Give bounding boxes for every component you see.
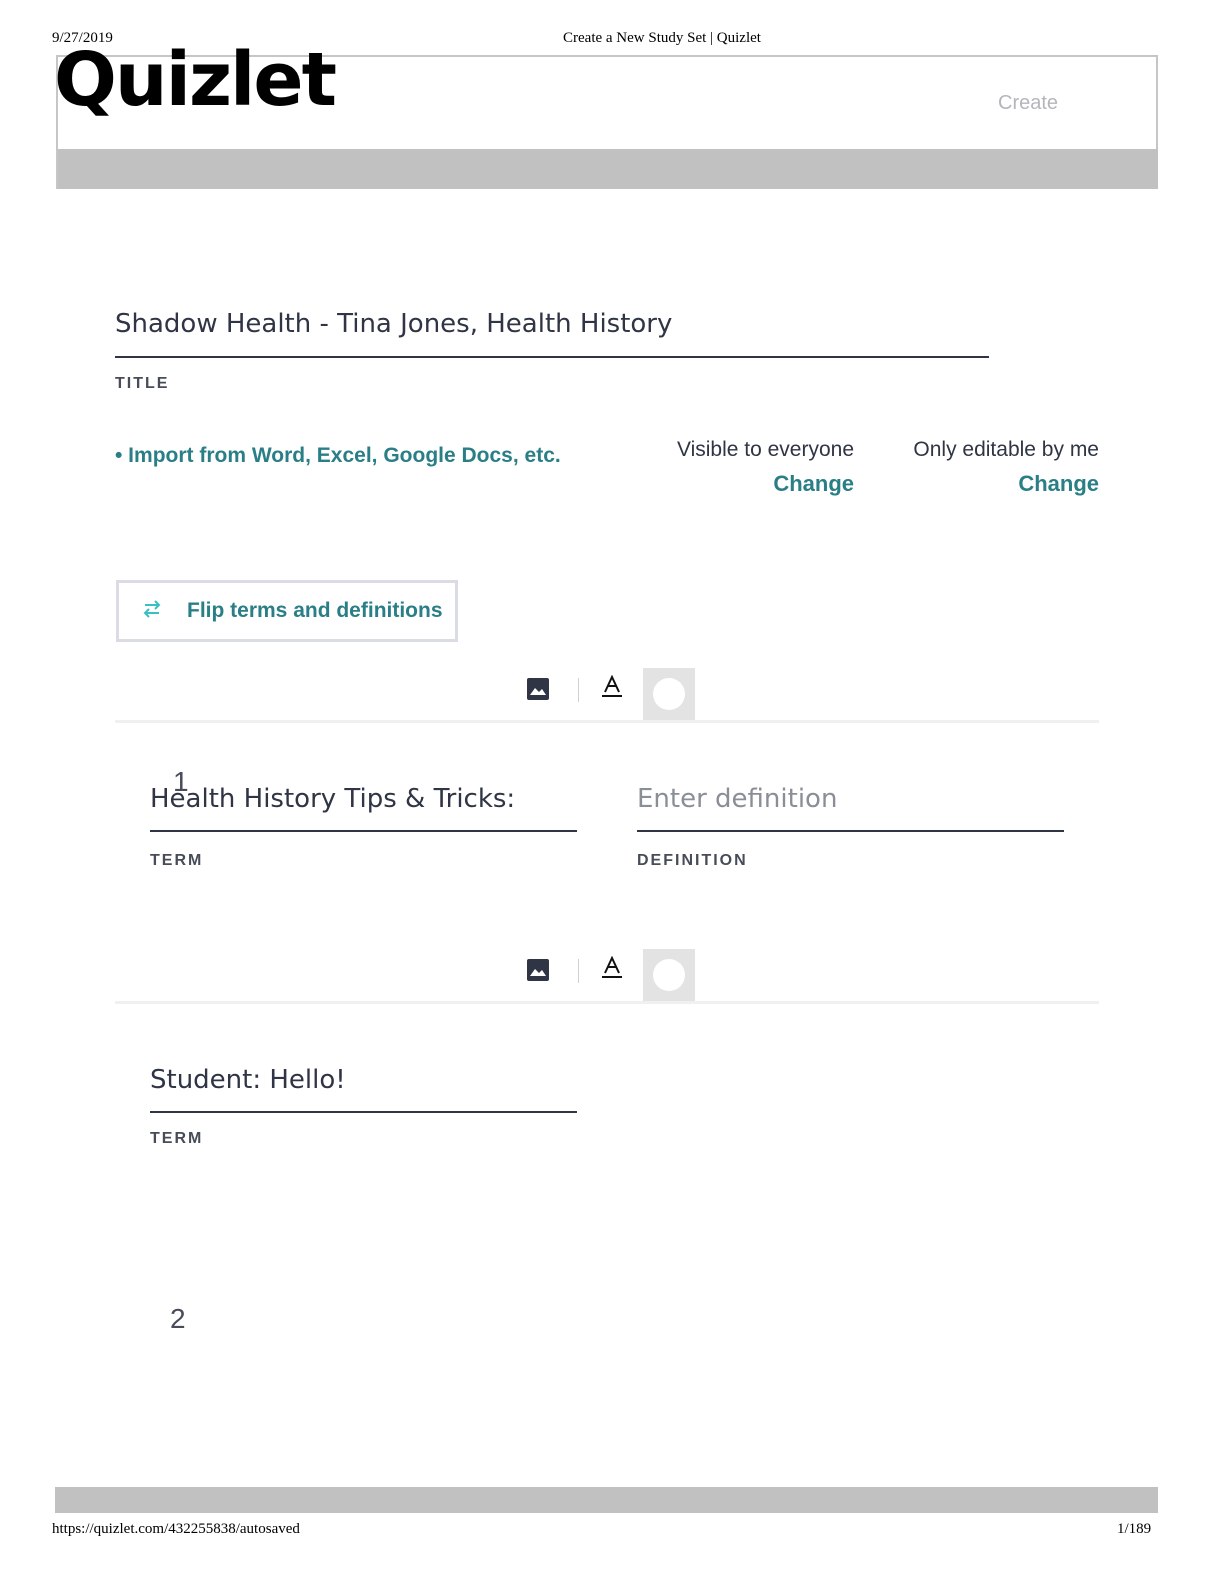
- audio-record-dot: [653, 959, 685, 991]
- image-icon[interactable]: [527, 959, 549, 985]
- flip-terms-label: Flip terms and definitions: [187, 599, 443, 622]
- toolbar-separator: [115, 720, 1099, 723]
- audio-icon[interactable]: [643, 668, 695, 720]
- title-underline: [115, 356, 989, 358]
- image-icon[interactable]: [527, 678, 549, 704]
- term-underline: [150, 1111, 577, 1113]
- print-url: https://quizlet.com/432255838/autosaved: [52, 1521, 300, 1537]
- term-underline: [150, 830, 577, 832]
- term-input[interactable]: Health History Tips & Tricks:: [150, 784, 515, 814]
- footer-bar: [55, 1487, 1158, 1513]
- print-page-title: Create a New Study Set | Quizlet: [563, 30, 761, 46]
- header-subbar: [58, 149, 1158, 189]
- visibility-change-link[interactable]: Change: [773, 471, 854, 497]
- definition-caption: DEFINITION: [637, 852, 748, 869]
- text-format-icon[interactable]: [601, 955, 623, 984]
- quizlet-logo[interactable]: Quizlet: [54, 39, 337, 121]
- text-format-icon[interactable]: [601, 674, 623, 703]
- toolbar-separator: [115, 1001, 1099, 1004]
- title-caption: TITLE: [115, 375, 170, 392]
- audio-record-dot: [653, 678, 685, 710]
- term-caption: TERM: [150, 1130, 204, 1147]
- audio-icon[interactable]: [643, 949, 695, 1001]
- card-number: 2: [170, 1303, 186, 1334]
- flip-terms-button[interactable]: Flip terms and definitions: [116, 580, 458, 642]
- term-caption: TERM: [150, 852, 204, 869]
- toolbar-divider: [578, 678, 579, 702]
- definition-underline: [637, 830, 1064, 832]
- title-input[interactable]: Shadow Health - Tina Jones, Health Histo…: [115, 309, 672, 339]
- toolbar-divider: [578, 959, 579, 983]
- print-page-number: 1/189: [1117, 1521, 1152, 1537]
- term-input[interactable]: Student: Hello!: [150, 1065, 346, 1095]
- visibility-label: Visible to everyone: [676, 438, 854, 461]
- swap-arrows-icon: [141, 599, 181, 624]
- import-link[interactable]: • Import from Word, Excel, Google Docs, …: [115, 444, 561, 468]
- editability-change-link[interactable]: Change: [1018, 471, 1099, 497]
- definition-input[interactable]: Enter definition: [637, 784, 837, 814]
- editability-label: Only editable by me: [913, 438, 1099, 461]
- create-link[interactable]: Create: [998, 92, 1058, 115]
